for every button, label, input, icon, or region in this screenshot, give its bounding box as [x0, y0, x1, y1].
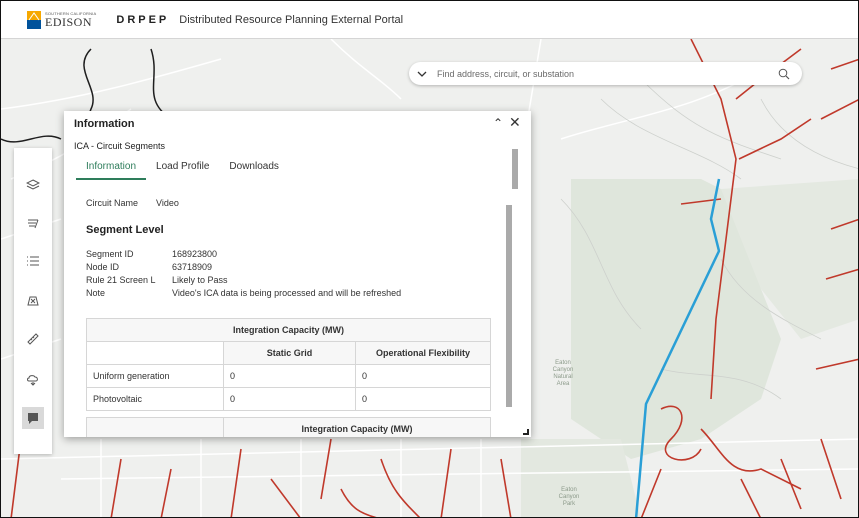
table-row: Photovoltaic 0 0 [86, 387, 491, 411]
field-row: Node ID 63718909 [86, 262, 212, 272]
table-corner [86, 341, 224, 365]
table-corner [86, 417, 224, 437]
panel-title: Information [74, 118, 135, 130]
field-label: Node ID [86, 262, 120, 272]
col-operational-flexibility: Operational Flexibility [355, 341, 491, 365]
layers-button[interactable] [22, 174, 44, 196]
col-static-grid: Static Grid [223, 341, 356, 365]
app-title: Distributed Resource Planning External P… [179, 13, 404, 26]
app-header: SOUTHERN CALIFORNIA EDISON DRPEP Distrib… [1, 1, 858, 39]
tab-information[interactable]: Information [76, 161, 147, 180]
svg-text:Area: Area [557, 381, 570, 387]
field-value: 63718909 [172, 262, 213, 272]
outer-scrollbar[interactable] [512, 141, 518, 433]
field-value: Video's ICA data is being processed and … [172, 288, 402, 298]
circuit-name-label: Circuit Name [86, 198, 139, 208]
chevron-down-icon[interactable] [417, 70, 427, 78]
ica-table: Integration Capacity (MW) Static Grid Op… [86, 318, 491, 411]
basemap-icon [27, 296, 39, 306]
table-title: Integration Capacity (MW) [86, 318, 491, 342]
cell-static: 0 [223, 387, 356, 411]
table-title: Integration Capacity (MW) [223, 417, 491, 437]
legend-button[interactable] [22, 212, 44, 234]
field-label: Note [86, 288, 106, 298]
logo-wordmark: EDISON [45, 14, 92, 29]
search-input[interactable] [437, 68, 757, 79]
field-label: Rule 21 Screen L [86, 275, 156, 285]
svg-text:Natural: Natural [553, 374, 572, 380]
table-row: Uniform generation 0 0 [86, 364, 491, 388]
park-area [521, 439, 641, 517]
row-label: Uniform generation [86, 364, 224, 388]
basemap-button[interactable] [22, 289, 44, 311]
legend-icon [28, 219, 39, 229]
list-icon [27, 256, 39, 266]
search-bar [409, 62, 802, 85]
field-row: Rule 21 Screen L Likely to Pass [86, 275, 228, 285]
field-row: Note Video's ICA data is being processed… [86, 288, 401, 298]
svg-text:Eaton: Eaton [561, 487, 577, 493]
row-label: Photovoltaic [86, 387, 224, 411]
cell-flex: 0 [355, 364, 491, 388]
resize-handle[interactable] [523, 429, 529, 435]
svg-text:Canyon: Canyon [553, 367, 574, 373]
ica-table-2: Integration Capacity (MW) [86, 417, 491, 437]
field-label: Segment ID [86, 249, 134, 259]
close-icon[interactable]: ✕ [509, 115, 521, 129]
panel-tabs: Information Load Profile Downloads [76, 161, 289, 180]
info-button[interactable] [22, 407, 44, 429]
cloud-icon [27, 375, 38, 386]
svg-text:Canyon: Canyon [559, 494, 580, 500]
cell-flex: 0 [355, 387, 491, 411]
outer-scroll-thumb[interactable] [512, 149, 518, 189]
segment-level-heading: Segment Level [86, 224, 164, 236]
search-icon[interactable] [778, 68, 790, 80]
layers-icon [26, 179, 40, 190]
chat-icon [28, 413, 38, 424]
map-toolbar [14, 148, 52, 454]
sun-logo-icon [27, 10, 41, 29]
circuit-name-value: Video [156, 198, 179, 208]
tab-load-profile[interactable]: Load Profile [146, 161, 219, 180]
layer-name: ICA - Circuit Segments [74, 141, 166, 151]
measure-icon [27, 333, 39, 345]
field-value: Likely to Pass [172, 275, 228, 285]
panel-content: Circuit Name Video Segment Level Segment… [76, 183, 508, 437]
list-button[interactable] [22, 250, 44, 272]
edison-logo[interactable]: SOUTHERN CALIFORNIA EDISON [27, 10, 96, 29]
weather-button[interactable] [22, 368, 44, 390]
app-window: Eaton Canyon Natural Area Eaton Canyon P… [0, 0, 859, 518]
svg-text:Park: Park [563, 501, 576, 507]
collapse-icon[interactable]: ⌃ [493, 116, 505, 130]
circuit-name-row: Circuit Name Video [86, 198, 179, 208]
app-abbreviation: DRPEP [116, 13, 170, 26]
measure-button[interactable] [22, 328, 44, 350]
cell-static: 0 [223, 364, 356, 388]
svg-text:Eaton: Eaton [555, 360, 571, 366]
field-row: Segment ID 168923800 [86, 249, 217, 259]
information-panel: Information ⌃ ✕ ICA - Circuit Segments I… [64, 111, 531, 437]
tab-downloads[interactable]: Downloads [219, 161, 288, 180]
field-value: 168923800 [172, 249, 218, 259]
